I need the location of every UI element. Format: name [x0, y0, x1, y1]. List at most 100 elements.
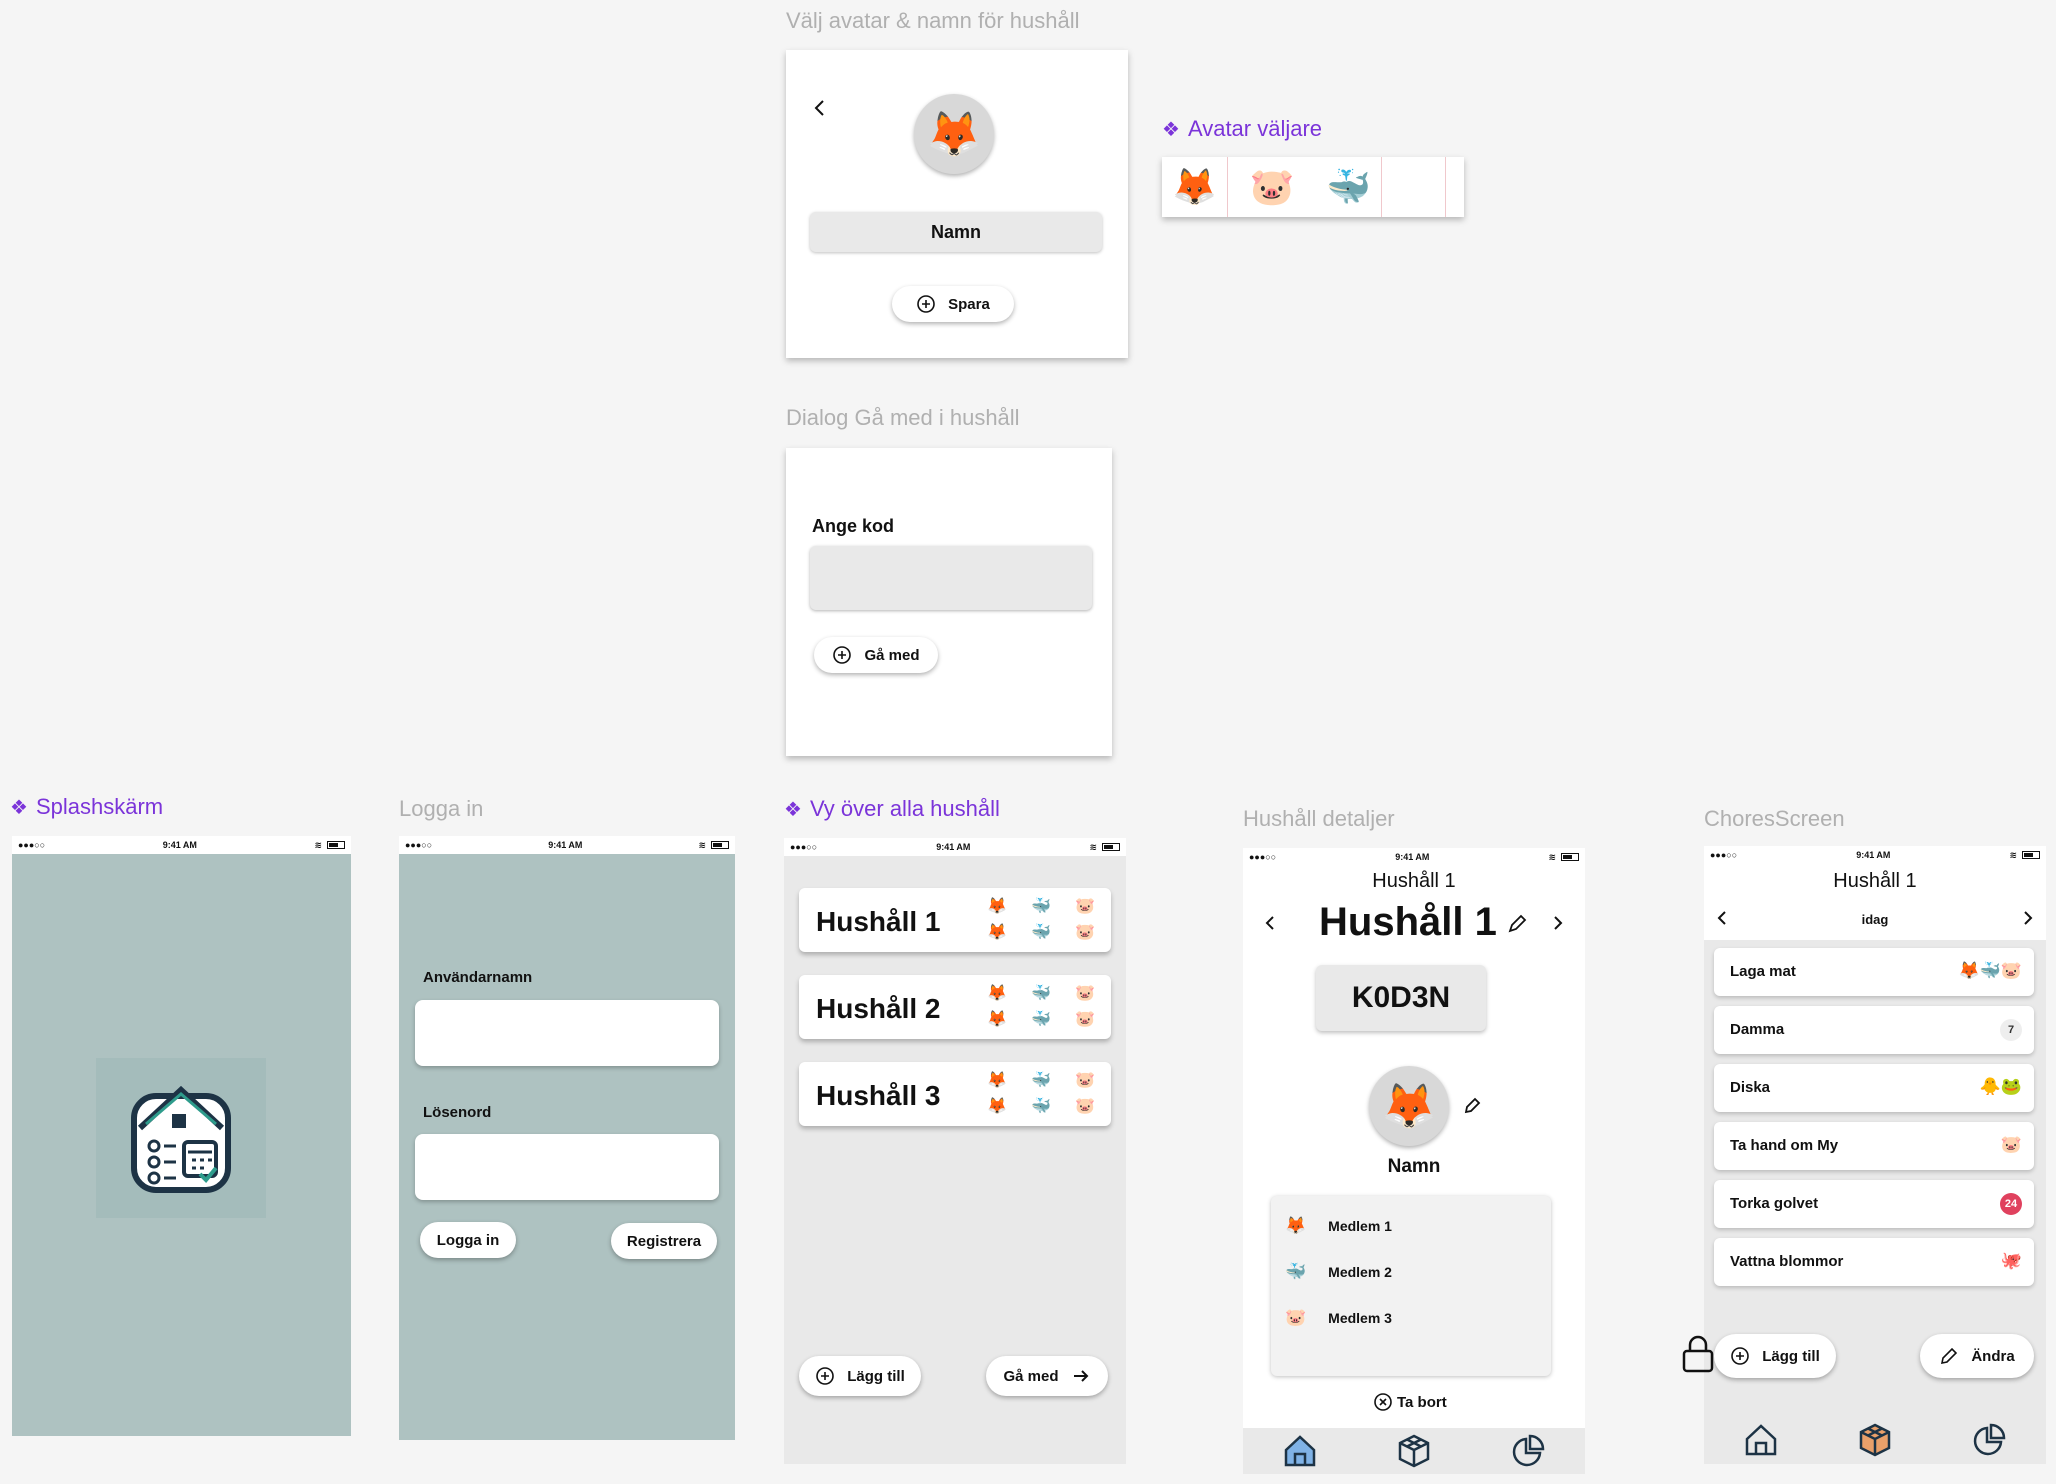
name-field[interactable]: Namn — [810, 212, 1102, 252]
chore-item[interactable]: Damma 7 — [1714, 1006, 2034, 1054]
member-avatar-large[interactable]: 🦊 — [1369, 1066, 1449, 1146]
pencil-icon[interactable] — [1463, 1097, 1481, 1115]
save-button[interactable]: Spara — [892, 286, 1014, 322]
wifi-icon: ≋ — [698, 839, 706, 850]
avatar-option-empty[interactable] — [1382, 157, 1446, 217]
chore-item[interactable]: Diska 🐥🐸 — [1714, 1064, 2034, 1112]
chore-item[interactable]: Torka golvet 24 — [1714, 1180, 2034, 1228]
status-icons: ≋ — [2009, 850, 2040, 861]
pencil-icon[interactable] — [1507, 914, 1527, 934]
component-diamond-icon: ❖ — [1162, 118, 1180, 141]
username-input[interactable] — [415, 1000, 719, 1066]
wifi-icon: ≋ — [2009, 849, 2017, 860]
chores-phone: ●●●○○ 9:41 AM ≋ Hushåll 1 idag Laga mat 🦊🐳🐷… — [1682, 846, 2046, 1464]
status-bar: ●●●○○ 9:41 AM ≋ — [12, 836, 351, 854]
pencil-icon — [1941, 1347, 1958, 1365]
member-avatar: 🐳 — [1031, 924, 1051, 941]
household-card[interactable]: Hushåll 2 🦊 🐳 🐷 🦊 🐳 🐷 — [799, 975, 1111, 1039]
member-avatar: 🐳 — [1031, 898, 1051, 915]
member-avatar: 🐷 — [1075, 898, 1095, 915]
chore-item[interactable]: Vattna blommor 🐙 — [1714, 1238, 2034, 1286]
frame-title-avatar-name: Välj avatar & namn för hushåll — [786, 8, 1080, 33]
signal-indicator: ●●●○○ — [405, 840, 433, 850]
pie-chart-icon[interactable] — [1971, 1422, 2007, 1458]
chore-item[interactable]: Laga mat 🦊🐳🐷 — [1714, 948, 2034, 996]
add-household-button[interactable]: Lägg till — [799, 1356, 921, 1396]
code-input[interactable] — [810, 546, 1092, 610]
status-bar: ●●●○○ 9:41 AM ≋ — [784, 838, 1126, 856]
member-avatar: 🐷 — [1075, 1011, 1095, 1028]
households-phone: ●●●○○ 9:41 AM ≋ Hushåll 1 🦊 🐳 🐷 🦊 🐳 🐷 Hush… — [784, 838, 1126, 1464]
member-avatar: 🐷 — [1075, 1072, 1095, 1089]
member-avatar: 🦊 — [987, 1011, 1007, 1028]
register-label: Registrera — [626, 1232, 702, 1250]
status-time: 9:41 AM — [936, 842, 971, 852]
edit-label: Ändra — [1971, 1347, 2015, 1365]
avatar-circle[interactable]: 🦊 — [914, 94, 994, 174]
password-input[interactable] — [415, 1134, 719, 1200]
avatar-option-pig[interactable]: 🐷 — [1228, 157, 1316, 217]
frame-title-login: Logga in — [399, 796, 484, 821]
chore-label: Laga mat — [1730, 963, 1796, 980]
next-day-chevron-icon[interactable] — [2022, 910, 2034, 926]
splash-title: Splashskärm — [35, 794, 164, 819]
member-avatar: 🦊 — [987, 898, 1007, 915]
login-phone: ●●●○○ 9:41 AM ≋ Användarnamn Lösenord Logg… — [399, 836, 735, 1440]
component-diamond-icon: ❖ — [10, 796, 28, 819]
box-icon[interactable] — [1857, 1422, 1893, 1458]
bottom-nav — [1243, 1428, 1585, 1474]
login-button[interactable]: Logga in — [420, 1222, 516, 1258]
chore-item[interactable]: Ta hand om My 🐷 — [1714, 1122, 2034, 1170]
home-icon[interactable] — [1743, 1422, 1779, 1458]
list-item[interactable]: 🐳 Medlem 2 — [1285, 1262, 1392, 1282]
join-label: Gå med — [864, 646, 920, 664]
household-card[interactable]: Hushåll 3 🦊 🐳 🐷 🦊 🐳 🐷 — [799, 1062, 1111, 1126]
remove-label: Ta bort — [1397, 1393, 1447, 1411]
register-button[interactable]: Registrera — [611, 1223, 717, 1259]
login-label: Logga in — [436, 1231, 500, 1249]
next-chevron-icon[interactable] — [1551, 914, 1565, 932]
pie-chart-icon[interactable] — [1510, 1433, 1546, 1469]
username-label: Användarnamn — [423, 969, 533, 986]
avatar-option-whale[interactable]: 🐳 — [1316, 157, 1382, 217]
assignee-avatars: 🐙 — [2000, 1251, 2022, 1270]
remove-button[interactable]: Ta bort — [1373, 1392, 1447, 1412]
household-code: K0D3N — [1316, 965, 1486, 1031]
wifi-icon: ≋ — [1089, 841, 1097, 852]
chore-label: Torka golvet — [1730, 1195, 1819, 1212]
prev-chevron-icon[interactable] — [1263, 914, 1277, 932]
join-household-button[interactable]: Gå med — [986, 1356, 1108, 1396]
member-label: Medlem 2 — [1328, 1264, 1392, 1280]
x-circle-icon — [1374, 1393, 1392, 1411]
member-name: Namn — [1387, 1156, 1441, 1177]
back-chevron-icon[interactable] — [812, 98, 828, 118]
join-button[interactable]: Gå med — [814, 637, 938, 673]
signal-indicator: ●●●○○ — [18, 840, 46, 850]
status-time: 9:41 AM — [162, 840, 197, 850]
member-avatar: 🦊 — [987, 1098, 1007, 1115]
add-chore-button[interactable]: Lägg till — [1714, 1334, 1836, 1378]
box-icon[interactable] — [1396, 1433, 1432, 1469]
avatar-option-fox[interactable]: 🦊 — [1162, 157, 1228, 217]
household-title: Hushåll 1 — [1833, 870, 1917, 892]
avatar-name-card: 🦊 Namn Spara — [786, 50, 1128, 358]
bottom-nav — [1704, 1416, 2046, 1464]
household-name: Hushåll 3 — [816, 1080, 941, 1111]
overdue-badge: 24 — [2000, 1193, 2022, 1215]
battery-icon — [1101, 843, 1120, 851]
household-card[interactable]: Hushåll 1 🦊 🐳 🐷 🦊 🐳 🐷 — [799, 888, 1111, 952]
home-icon[interactable] — [1282, 1433, 1318, 1469]
list-item[interactable]: 🦊 Medlem 1 — [1285, 1216, 1392, 1236]
add-label: Lägg till — [1762, 1347, 1820, 1365]
lock-icon[interactable] — [1680, 1334, 1716, 1374]
list-item[interactable]: 🐷 Medlem 3 — [1285, 1308, 1392, 1328]
edit-button[interactable]: Ändra — [1920, 1334, 2034, 1378]
member-avatar: 🐷 — [1075, 924, 1095, 941]
household-big-title: Hushåll 1 — [1319, 900, 1497, 944]
signal-indicator: ●●●○○ — [1249, 852, 1277, 862]
days-badge: 7 — [2000, 1019, 2022, 1041]
wifi-icon: ≋ — [314, 839, 322, 850]
avatar-picker: 🦊 🐷 🐳 — [1162, 157, 1464, 217]
frame-title-splash: ❖ Splashskärm — [10, 794, 163, 820]
member-label: Medlem 1 — [1328, 1218, 1392, 1234]
